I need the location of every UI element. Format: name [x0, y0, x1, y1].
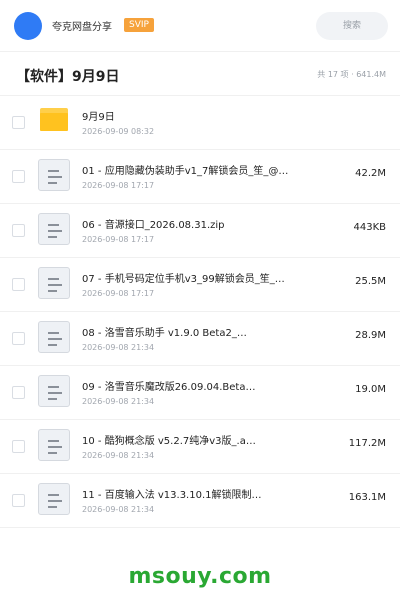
file-date: 2026-09-08 21:34	[82, 505, 155, 514]
file-date: 2026-09-08 17:17	[82, 181, 155, 190]
file-name[interactable]: 07 - 手机号码定位手机v3_99解锁会员_笙_…	[82, 270, 314, 285]
row-checkbox[interactable]	[12, 116, 25, 129]
row-checkbox[interactable]	[12, 170, 25, 183]
file-row[interactable]: 08 - 洛雪音乐助手 v1.9.0 Beta2_… 2026-09-08 21:…	[0, 312, 400, 366]
file-row[interactable]: 07 - 手机号码定位手机v3_99解锁会员_笙_… 2026-09-08 17:…	[0, 258, 400, 312]
file-row[interactable]: 06 - 音源接口_2026.08.31.zip 2026-09-08 17:17…	[0, 204, 400, 258]
file-summary: 共 17 项 · 641.4M	[317, 70, 386, 79]
page-title: 【软件】9月9日	[16, 69, 120, 85]
folder-row[interactable]: 9月9日 2026-09-09 08:32	[0, 96, 400, 150]
document-icon	[38, 429, 70, 461]
file-name[interactable]: 06 - 音源接口_2026.08.31.zip	[82, 216, 314, 231]
file-date: 2026-09-08 21:34	[82, 451, 155, 460]
document-icon	[38, 483, 70, 515]
file-date: 2026-09-08 17:17	[82, 289, 155, 298]
row-checkbox[interactable]	[12, 278, 25, 291]
file-size: 28.9M	[355, 330, 386, 341]
file-row[interactable]: 09 - 洛雪音乐魔改版26.09.04.Beta… 2026-09-08 21:…	[0, 366, 400, 420]
file-size: 117.2M	[348, 438, 386, 449]
app-name: 夸克网盘分享	[52, 22, 112, 33]
row-checkbox[interactable]	[12, 440, 25, 453]
file-date: 2026-09-08 17:17	[82, 235, 155, 244]
file-row[interactable]: 11 - 百度输入法 v13.3.10.1解锁限制… 2026-09-08 21:…	[0, 474, 400, 528]
file-size: 163.1M	[348, 492, 386, 503]
row-checkbox[interactable]	[12, 494, 25, 507]
file-size: 19.0M	[355, 384, 386, 395]
file-name[interactable]: 11 - 百度输入法 v13.3.10.1解锁限制…	[82, 486, 314, 501]
file-date: 2026-09-08 21:34	[82, 397, 155, 406]
file-size: 443KB	[353, 222, 386, 233]
file-size: 42.2M	[355, 168, 386, 179]
avatar[interactable]	[14, 12, 42, 40]
file-size: 25.5M	[355, 276, 386, 287]
file-row[interactable]: 01 - 应用隐藏伪装助手v1_7解锁会员_笙_@… 2026-09-08 17:…	[0, 150, 400, 204]
document-icon	[38, 321, 70, 353]
search-input[interactable]: 搜索	[316, 12, 388, 40]
header-bar: 夸克网盘分享 SVIP 搜索	[0, 0, 400, 52]
file-name[interactable]: 10 - 酷狗概念版 v5.2.7纯净v3版_.a…	[82, 432, 314, 447]
file-date: 2026-09-09 08:32	[82, 127, 155, 136]
document-icon	[38, 159, 70, 191]
document-icon	[38, 375, 70, 407]
row-checkbox[interactable]	[12, 224, 25, 237]
folder-icon	[40, 108, 68, 131]
file-name[interactable]: 9月9日	[82, 108, 314, 123]
document-icon	[38, 267, 70, 299]
file-date: 2026-09-08 21:34	[82, 343, 155, 352]
file-name[interactable]: 01 - 应用隐藏伪装助手v1_7解锁会员_笙_@…	[82, 162, 314, 177]
file-name[interactable]: 08 - 洛雪音乐助手 v1.9.0 Beta2_…	[82, 324, 314, 339]
file-name[interactable]: 09 - 洛雪音乐魔改版26.09.04.Beta…	[82, 378, 314, 393]
document-icon	[38, 213, 70, 245]
row-checkbox[interactable]	[12, 332, 25, 345]
svip-badge: SVIP	[124, 18, 154, 32]
watermark-text: msouy.com	[128, 564, 272, 589]
file-row[interactable]: 10 - 酷狗概念版 v5.2.7纯净v3版_.a… 2026-09-08 21:…	[0, 420, 400, 474]
row-checkbox[interactable]	[12, 386, 25, 399]
